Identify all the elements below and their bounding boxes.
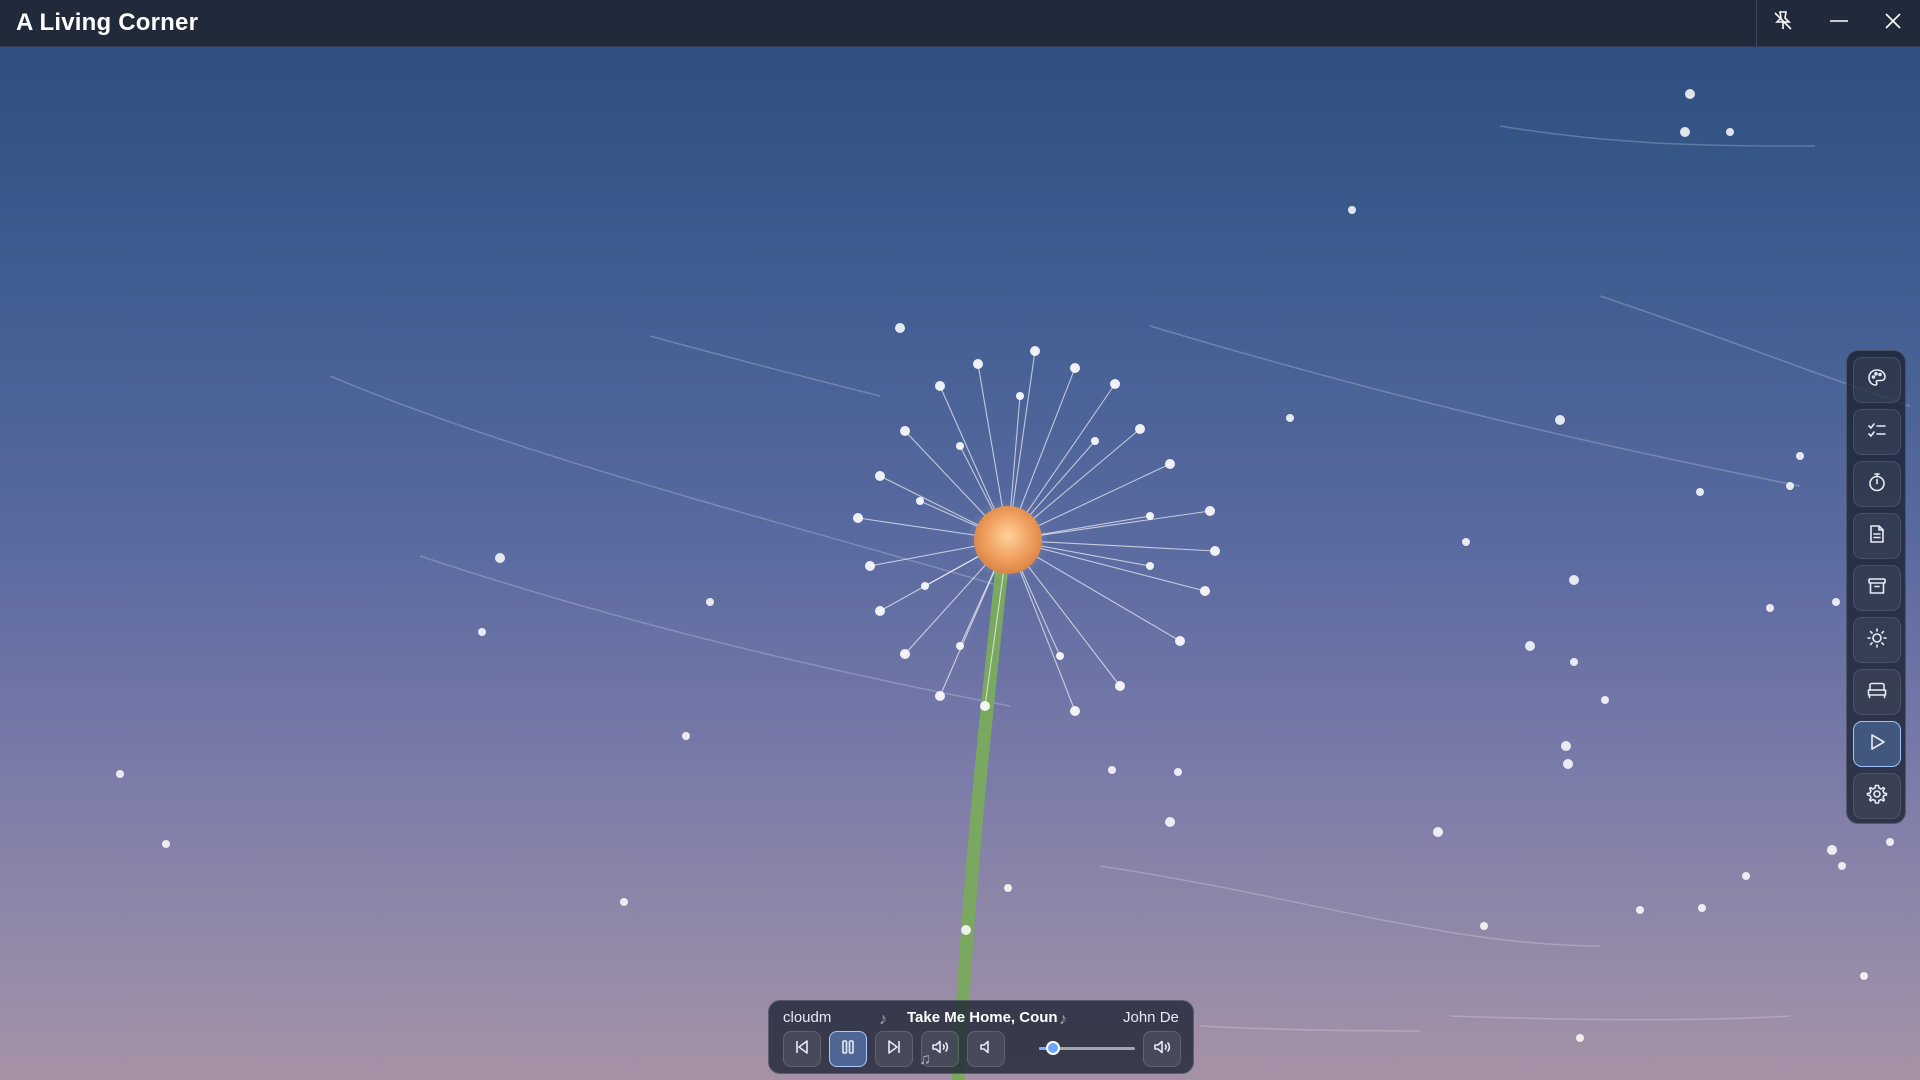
unpin-icon <box>1771 9 1795 38</box>
gear-icon <box>1866 783 1888 810</box>
skip-previous-icon <box>792 1037 812 1062</box>
player-source-label: cloudm <box>783 1009 832 1026</box>
title-bar: A Living Corner <box>0 0 1920 47</box>
checklist-icon <box>1866 419 1888 446</box>
speaker-low-icon <box>976 1037 996 1062</box>
volume-slider-thumb[interactable] <box>1046 1041 1061 1055</box>
close-button[interactable] <box>1866 0 1920 46</box>
unpin-button[interactable] <box>1756 0 1810 46</box>
wind-streaks <box>329 125 1911 1032</box>
tasks-button[interactable] <box>1853 409 1901 455</box>
volume-button[interactable] <box>921 1031 959 1067</box>
timer-button[interactable] <box>1853 461 1901 507</box>
palette-icon <box>1866 367 1888 394</box>
app-title: A Living Corner <box>16 9 199 36</box>
bed-icon <box>1866 679 1888 706</box>
note-icon <box>1866 523 1888 550</box>
flower-center <box>974 506 1042 574</box>
music-button[interactable] <box>1853 721 1901 767</box>
app-window: A Living Corner cloudm Take Me Home, Cou… <box>0 0 1920 1080</box>
music-note-icon: ♪ <box>879 1011 887 1028</box>
dandelion-scene: cloudm Take Me Home, Coun John De ♪ ♪ ♫ <box>0 46 1920 1080</box>
theme-button[interactable] <box>1853 357 1901 403</box>
track-artist: John De <box>1123 1009 1179 1026</box>
music-note-icon: ♪ <box>1059 1011 1067 1028</box>
volume-slider[interactable] <box>1039 1041 1135 1055</box>
previous-track-button[interactable] <box>783 1031 821 1067</box>
pause-icon <box>838 1037 858 1062</box>
minimize-button[interactable] <box>1812 0 1866 46</box>
notes-button[interactable] <box>1853 513 1901 559</box>
close-icon <box>1882 10 1904 37</box>
stopwatch-icon <box>1866 471 1888 498</box>
skip-next-icon <box>884 1037 904 1062</box>
volume-down-button[interactable] <box>967 1031 1005 1067</box>
speaker-icon <box>930 1037 950 1062</box>
track-title: Take Me Home, Coun <box>907 1009 1058 1026</box>
settings-button[interactable] <box>1853 773 1901 819</box>
music-player: cloudm Take Me Home, Coun John De ♪ ♪ ♫ <box>768 1000 1194 1074</box>
archive-icon <box>1866 575 1888 602</box>
scene-artwork <box>116 89 1911 1080</box>
archive-button[interactable] <box>1853 565 1901 611</box>
pause-button[interactable] <box>829 1031 867 1067</box>
volume-up-button[interactable] <box>1143 1031 1181 1067</box>
side-dock <box>1846 350 1906 824</box>
speaker-high-icon <box>1152 1037 1172 1062</box>
sun-icon <box>1866 627 1888 654</box>
sleep-button[interactable] <box>1853 669 1901 715</box>
next-track-button[interactable] <box>875 1031 913 1067</box>
brightness-button[interactable] <box>1853 617 1901 663</box>
minimize-icon <box>1828 10 1850 37</box>
play-icon <box>1866 731 1888 758</box>
